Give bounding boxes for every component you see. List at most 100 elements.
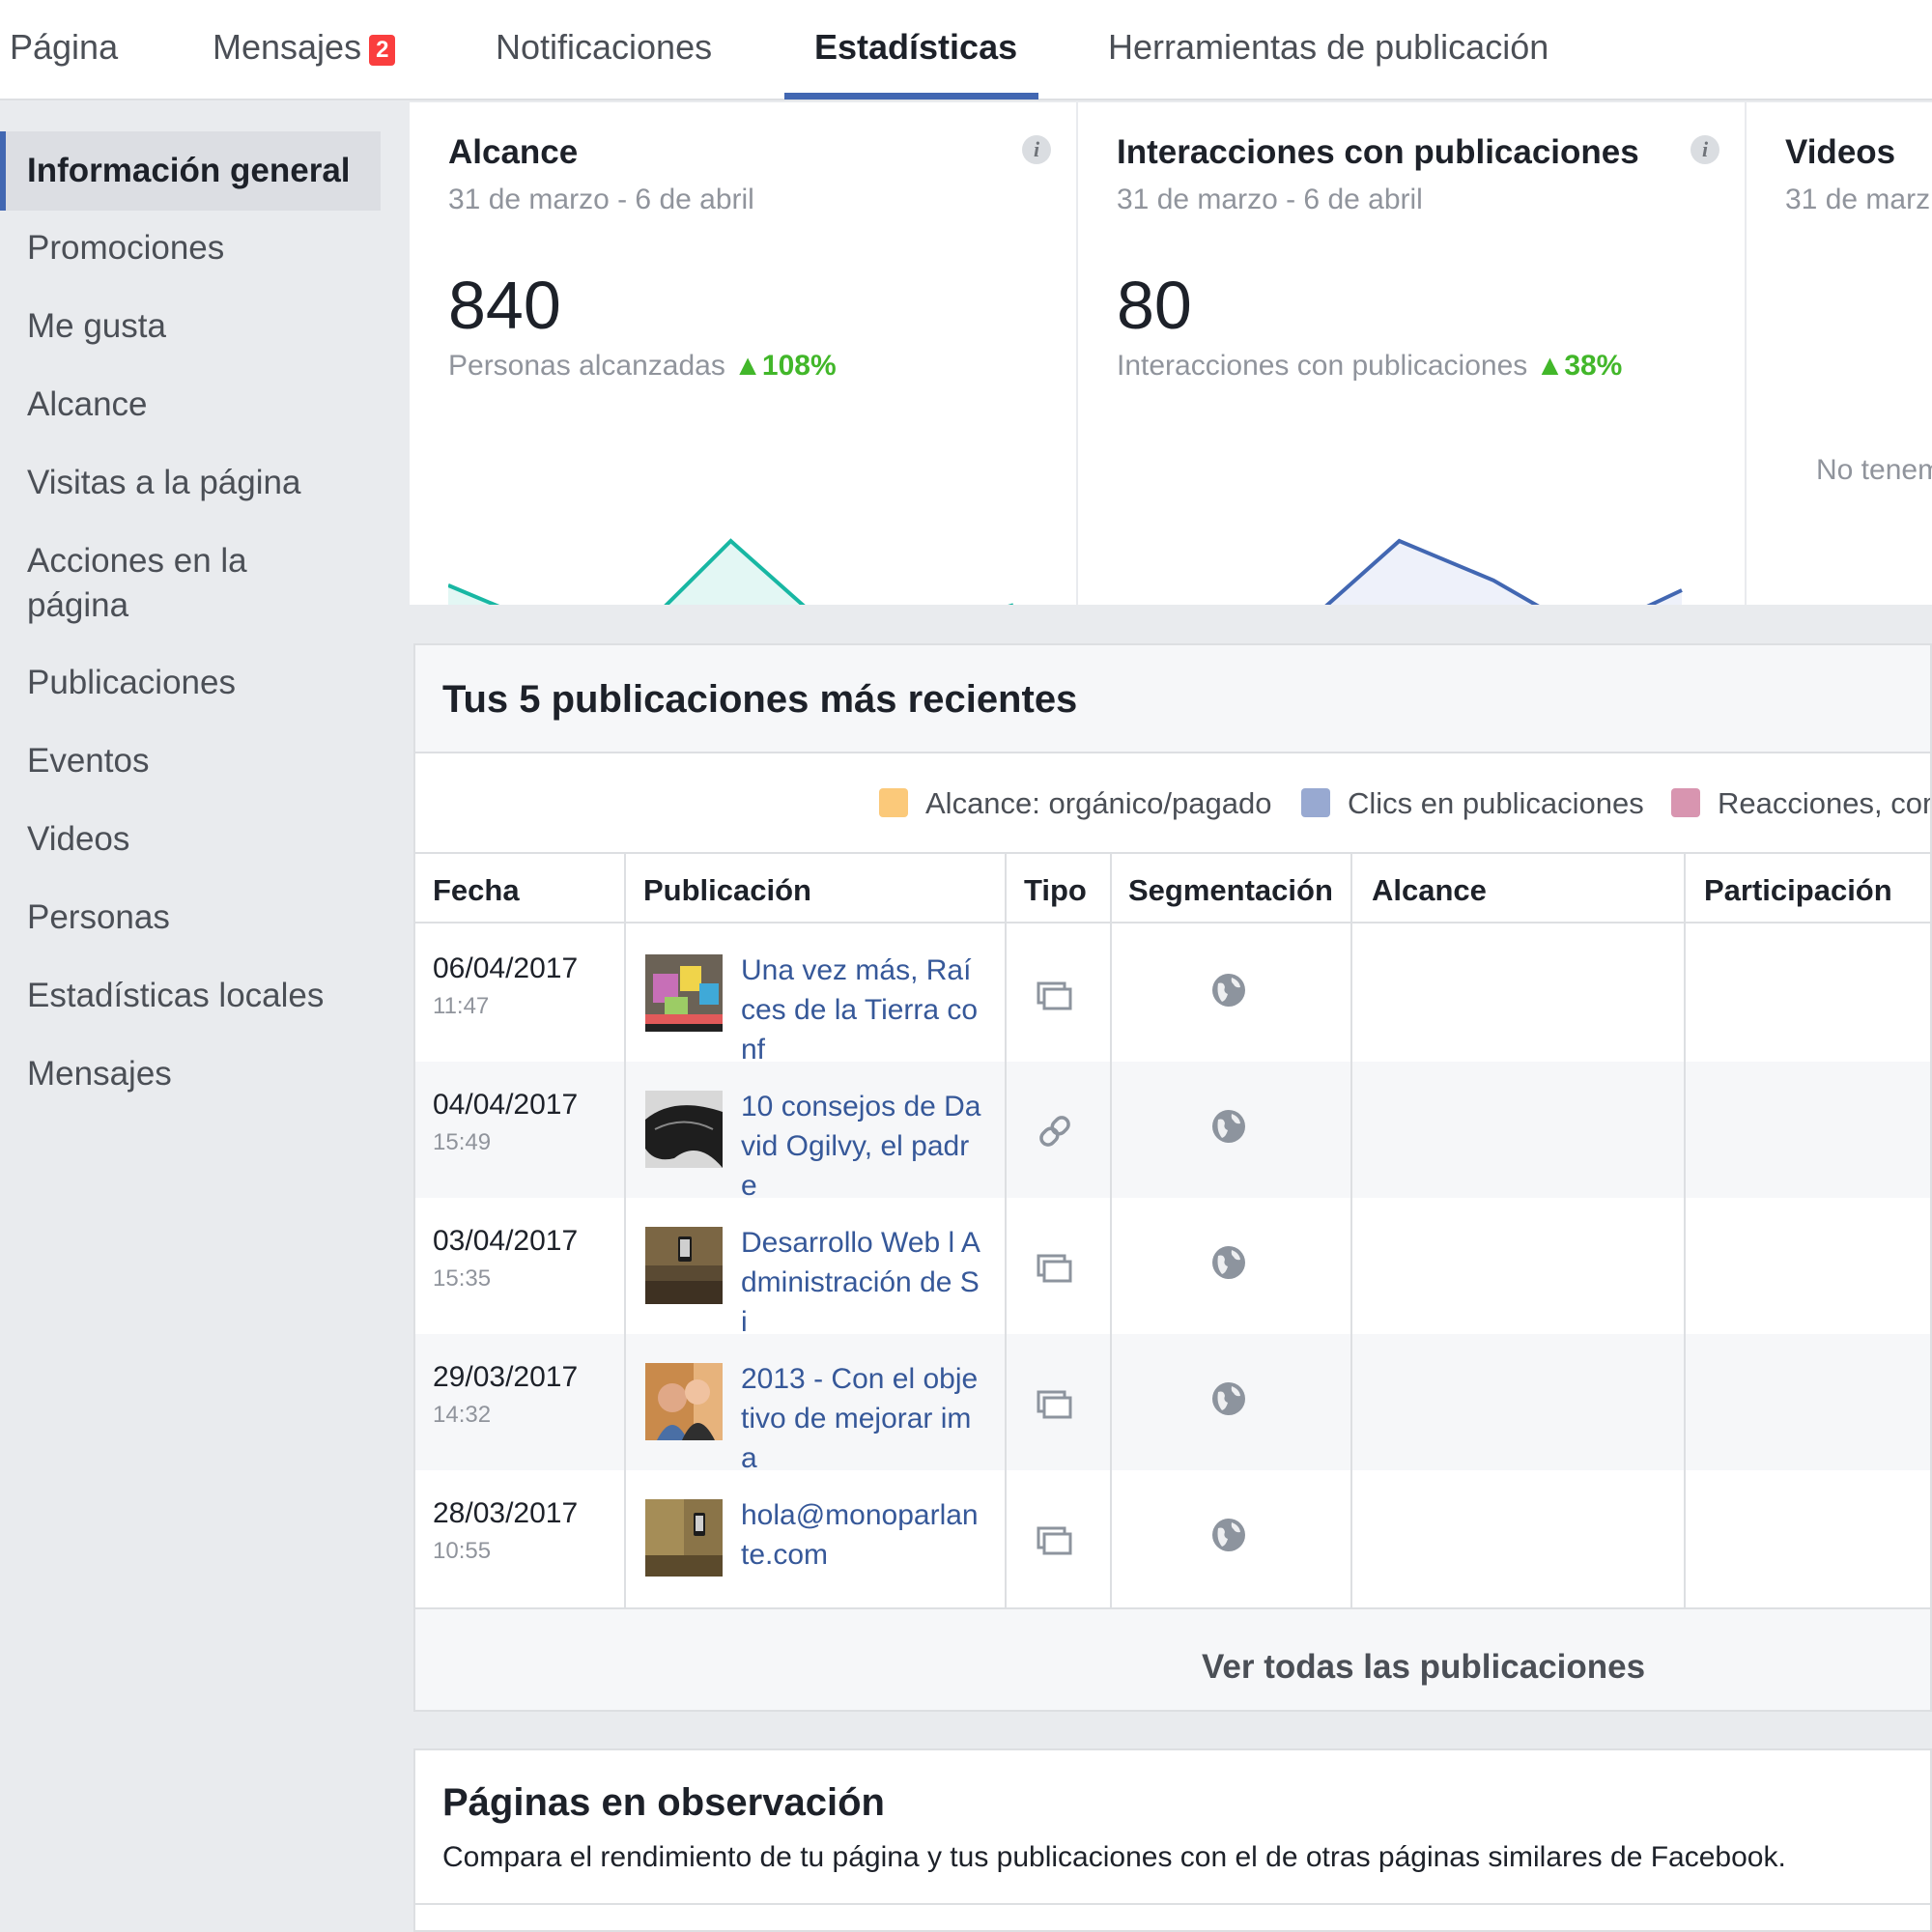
engagement-area bbox=[1327, 541, 1682, 605]
link-icon bbox=[1039, 1116, 1070, 1147]
reach-organic-area bbox=[448, 541, 803, 605]
globe-icon bbox=[1212, 1246, 1245, 1279]
tab-publishing-tools[interactable]: Herramientas de publicación bbox=[1108, 27, 1548, 68]
legend-swatch-clicks bbox=[1301, 788, 1330, 817]
info-icon[interactable]: i bbox=[1022, 135, 1051, 164]
post-title-link[interactable]: Desarrollo Web l Administración de Si bbox=[741, 1223, 984, 1342]
info-icon[interactable]: i bbox=[1690, 135, 1719, 164]
post-title-link[interactable]: 10 consejos de David Ogilvy, el padre bbox=[741, 1087, 984, 1206]
column-header-date[interactable]: Fecha bbox=[433, 873, 520, 908]
tab-insights[interactable]: Estadísticas bbox=[814, 27, 1017, 68]
table-row[interactable]: 03/04/2017 15:35 Desarrollo Web l Admini… bbox=[415, 1198, 1930, 1338]
sidebar-item-likes[interactable]: Me gusta bbox=[27, 304, 166, 349]
sidebar-item-reach[interactable]: Alcance bbox=[27, 383, 148, 427]
legend-label-reactions: Reacciones, com bbox=[1718, 786, 1932, 820]
legend-label-reach: Alcance: orgánico/pagado bbox=[925, 786, 1272, 820]
column-header-reach[interactable]: Alcance bbox=[1372, 873, 1487, 908]
recent-posts-panel: Tus 5 publicaciones más recientes Alcanc… bbox=[413, 643, 1932, 1712]
reach-card-subtitle: Personas alcanzadas ▲108% bbox=[448, 350, 837, 383]
engagement-card-value: 80 bbox=[1117, 268, 1192, 343]
videos-card-empty-text: No tenem bbox=[1816, 454, 1932, 486]
sidebar-item-page-views[interactable]: Visitas a la página bbox=[27, 461, 300, 505]
videos-card[interactable]: Videos 31 de marz No tenem bbox=[1747, 102, 1932, 605]
column-header-targeting[interactable]: Segmentación bbox=[1128, 873, 1333, 908]
post-time: 14:32 bbox=[433, 1402, 492, 1428]
post-date: 04/04/2017 bbox=[433, 1089, 579, 1121]
table-row[interactable]: 28/03/2017 10:55 hola@monoparlante.com bbox=[415, 1470, 1930, 1606]
post-title-link[interactable]: Una vez más, Raíces de la Tierra conf bbox=[741, 951, 984, 1069]
tab-messages[interactable]: Mensajes 2 bbox=[213, 27, 396, 68]
sidebar-item-videos[interactable]: Videos bbox=[27, 817, 129, 862]
recent-posts-footer: Ver todas las publicaciones bbox=[415, 1607, 1930, 1710]
column-divider bbox=[1684, 852, 1686, 1607]
tab-publishing-tools-label: Herramientas de publicación bbox=[1108, 27, 1549, 67]
tab-page[interactable]: Página bbox=[10, 27, 118, 68]
legend-item-reactions: Reacciones, com bbox=[1671, 786, 1932, 825]
engagement-sparkline bbox=[1324, 538, 1683, 605]
post-time: 15:35 bbox=[433, 1265, 492, 1292]
tab-messages-label: Mensajes bbox=[213, 27, 362, 67]
sidebar-item-messages[interactable]: Mensajes bbox=[27, 1052, 172, 1096]
reach-card[interactable]: Alcance i 31 de marzo - 6 de abril 840 P… bbox=[410, 102, 1076, 605]
legend-item-clicks: Clics en publicaciones bbox=[1301, 786, 1644, 825]
sidebar-item-overview[interactable]: Información general bbox=[0, 131, 381, 211]
column-header-post[interactable]: Publicación bbox=[643, 873, 811, 908]
insights-tab-bar: Página Mensajes 2 Notificaciones Estadíst… bbox=[0, 0, 1932, 100]
post-date: 06/04/2017 bbox=[433, 952, 579, 984]
table-row[interactable]: 04/04/2017 15:49 10 consejos de David Og… bbox=[415, 1062, 1930, 1202]
photo-icon bbox=[1037, 981, 1072, 1010]
videos-card-date: 31 de marz bbox=[1785, 184, 1931, 215]
post-thumbnail[interactable] bbox=[645, 1499, 723, 1577]
legend-item-reach: Alcance: orgánico/pagado bbox=[879, 786, 1271, 825]
engagement-card-metric-label: Interacciones con publicaciones bbox=[1117, 350, 1528, 382]
legend-label-clicks: Clics en publicaciones bbox=[1348, 786, 1644, 820]
post-time: 15:49 bbox=[433, 1129, 492, 1155]
post-thumbnail[interactable] bbox=[645, 954, 723, 1032]
column-divider bbox=[1350, 852, 1352, 1607]
column-header-type[interactable]: Tipo bbox=[1024, 873, 1087, 908]
engagement-card-date: 31 de marzo - 6 de abril bbox=[1117, 184, 1423, 215]
globe-icon bbox=[1212, 1110, 1245, 1143]
sidebar-item-people[interactable]: Personas bbox=[27, 895, 170, 940]
post-title-link[interactable]: hola@monoparlante.com bbox=[741, 1495, 984, 1575]
posts-table-header: Fecha Publicación Tipo Segmentación Alca… bbox=[415, 852, 1930, 923]
post-thumbnail[interactable] bbox=[645, 1091, 723, 1168]
legend-swatch-reach bbox=[879, 788, 908, 817]
reach-card-metric-label: Personas alcanzadas bbox=[448, 350, 725, 382]
recent-posts-header: Tus 5 publicaciones más recientes bbox=[415, 645, 1930, 753]
post-time: 10:55 bbox=[433, 1538, 492, 1564]
post-thumbnail[interactable] bbox=[645, 1227, 723, 1304]
sidebar-item-local-insights[interactable]: Estadísticas locales bbox=[27, 974, 324, 1018]
sidebar-item-posts[interactable]: Publicaciones bbox=[27, 661, 236, 705]
engagement-card-title: Interacciones con publicaciones bbox=[1117, 133, 1639, 171]
post-title-link[interactable]: 2013 - Con el objetivo de mejorar ima bbox=[741, 1359, 984, 1478]
divider bbox=[415, 1903, 1930, 1905]
pages-to-watch-description: Compara el rendimiento de tu página y tu… bbox=[442, 1841, 1786, 1873]
insights-sidebar: Información general Promociones Me gusta… bbox=[0, 100, 410, 1932]
sidebar-item-promotions[interactable]: Promociones bbox=[27, 226, 224, 270]
post-thumbnail[interactable] bbox=[645, 1363, 723, 1440]
table-row[interactable]: 29/03/2017 14:32 2013 - Con el objetivo … bbox=[415, 1334, 1930, 1474]
table-row[interactable]: 06/04/2017 11:47 Una vez más, Raíces de … bbox=[415, 925, 1930, 1065]
reach-card-value: 840 bbox=[448, 268, 561, 343]
pages-to-watch-panel: Páginas en observación Compara el rendim… bbox=[413, 1748, 1932, 1932]
globe-icon bbox=[1212, 974, 1245, 1007]
reach-sparkline bbox=[448, 538, 1013, 605]
engagement-trend-up: ▲38% bbox=[1535, 350, 1623, 382]
column-header-engagement[interactable]: Participación bbox=[1704, 873, 1892, 908]
photo-icon bbox=[1037, 1526, 1072, 1555]
column-divider bbox=[1005, 852, 1007, 1607]
engagement-card[interactable]: Interacciones con publicaciones i 31 de … bbox=[1078, 102, 1745, 605]
sidebar-item-page-actions[interactable]: Acciones en la página bbox=[27, 539, 317, 628]
reach-trend-up: ▲108% bbox=[733, 350, 837, 382]
engagement-change-value: 38% bbox=[1564, 350, 1623, 382]
column-divider bbox=[624, 852, 626, 1607]
sidebar-item-events[interactable]: Eventos bbox=[27, 739, 149, 783]
see-all-posts-link[interactable]: Ver todas las publicaciones bbox=[1202, 1648, 1645, 1687]
recent-posts-title: Tus 5 publicaciones más recientes bbox=[442, 678, 1078, 721]
post-time: 11:47 bbox=[433, 993, 490, 1019]
post-date: 29/03/2017 bbox=[433, 1361, 579, 1393]
tab-notifications[interactable]: Notificaciones bbox=[496, 27, 712, 68]
tab-notifications-label: Notificaciones bbox=[496, 27, 713, 67]
photo-icon bbox=[1037, 1390, 1072, 1419]
